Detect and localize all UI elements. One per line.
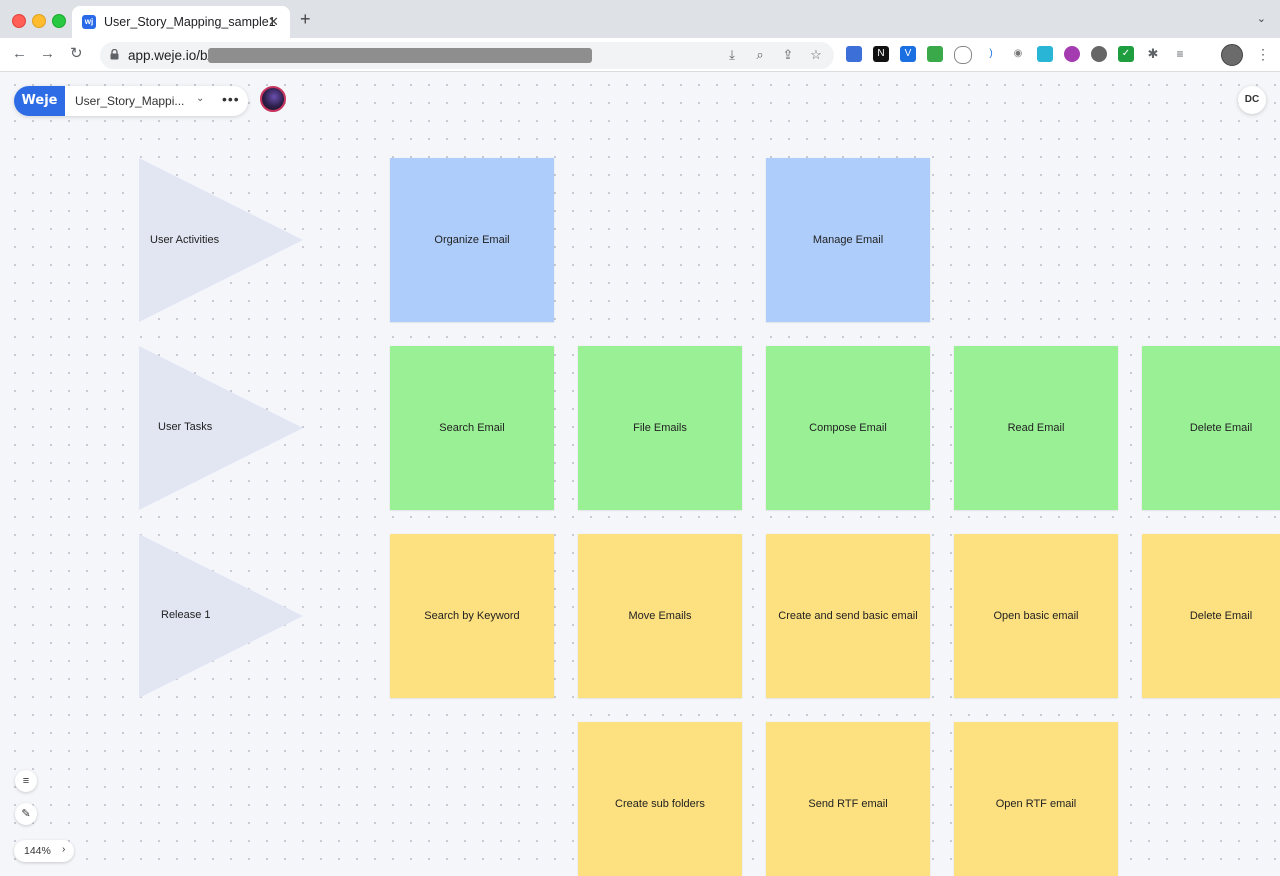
chevron-down-icon[interactable]: ⌄ (196, 93, 204, 104)
note-text: Read Email (1007, 422, 1065, 434)
row-label-user-activities: User Activities (150, 234, 220, 246)
tab-close-icon[interactable]: ✕ (268, 14, 279, 30)
maximize-window-button[interactable] (52, 14, 66, 28)
pencil-icon[interactable]: ✎ (15, 803, 37, 825)
note-text: Open RTF email (995, 797, 1077, 810)
browser-tab-bar: wj User_Story_Mapping_sample1 ✕ + ⌄ (0, 0, 1280, 38)
address-bar[interactable]: app.weje.io/b/ ⤓ ⌕ ⇪ ☆ (100, 42, 834, 69)
collaborator-avatar[interactable] (260, 86, 286, 112)
sticky-note-release[interactable]: Create and send basic email (766, 534, 930, 698)
board-canvas[interactable]: Weje User_Story_Mappi... ⌄ ••• DC User A… (0, 72, 1280, 876)
board-header: Weje User_Story_Mappi... ⌄ ••• (14, 86, 248, 116)
browser-toolbar: ← → ↻ app.weje.io/b/ ⤓ ⌕ ⇪ ☆ N V ) ◉ ✓ ✱… (0, 38, 1280, 72)
minimize-window-button[interactable] (32, 14, 46, 28)
tab-search-chevron-icon[interactable]: ⌄ (1257, 12, 1266, 25)
note-text: Create and send basic email (778, 610, 918, 622)
weje-favicon-icon: wj (82, 15, 96, 29)
sticky-note-activity[interactable]: Organize Email (390, 158, 554, 322)
extension-1-icon[interactable] (846, 46, 862, 62)
note-text: Delete Email (1189, 422, 1253, 434)
row-label-release-1: Release 1 (161, 609, 211, 621)
close-window-button[interactable] (12, 14, 26, 28)
note-text: Create sub folders (615, 797, 705, 810)
camera-icon[interactable]: ◉ (1010, 46, 1026, 62)
sticky-note-release[interactable]: Move Emails (578, 534, 742, 698)
puzzle-extensions-icon[interactable]: ✱ (1145, 46, 1161, 62)
note-text: Delete Email (1189, 610, 1253, 622)
sticky-note-task[interactable]: Search Email (390, 346, 554, 510)
sticky-note-task[interactable]: Read Email (954, 346, 1118, 510)
lock-icon (110, 49, 119, 60)
sticky-note-release[interactable]: Open basic email (954, 534, 1118, 698)
note-text: File Emails (633, 422, 687, 434)
note-text: Compose Email (809, 422, 887, 434)
sticky-note-release[interactable]: Search by Keyword (390, 534, 554, 698)
wireless-icon[interactable]: ) (983, 46, 999, 62)
extension-green-icon[interactable] (927, 46, 943, 62)
note-text: Manage Email (812, 234, 884, 246)
chevron-right-icon[interactable]: › (62, 844, 65, 855)
profile-avatar[interactable] (1221, 44, 1243, 66)
share-icon[interactable]: ⇪ (780, 47, 796, 63)
redacted-url-path (208, 48, 592, 63)
extension-gray-icon[interactable] (1091, 46, 1107, 62)
cloud-icon[interactable] (954, 46, 972, 64)
sticky-note-task[interactable]: Delete Email (1142, 346, 1280, 510)
url-text: app.weje.io/b/ (128, 48, 212, 63)
extension-pen-icon[interactable] (1037, 46, 1053, 62)
tab-title: User_Story_Mapping_sample1 (104, 15, 276, 29)
zoom-icon[interactable]: ⌕ (752, 47, 768, 63)
sticky-note-task[interactable]: File Emails (578, 346, 742, 510)
sticky-note-activity[interactable]: Manage Email (766, 158, 930, 322)
notes-list-icon[interactable]: ≡ (15, 770, 37, 792)
sticky-note-release[interactable]: Delete Email (1142, 534, 1280, 698)
back-arrow-icon[interactable]: ← (12, 45, 27, 63)
checkbox-extension-icon[interactable]: ✓ (1118, 46, 1134, 62)
bookmark-star-icon[interactable]: ☆ (808, 47, 824, 63)
omnibox-actions: ⤓ ⌕ ⇪ ☆ (724, 47, 824, 63)
browser-menu-icon[interactable]: ⋮ (1256, 45, 1270, 63)
reload-icon[interactable]: ↻ (70, 45, 83, 63)
row-label-user-tasks: User Tasks (158, 421, 213, 433)
note-text: Open basic email (993, 610, 1079, 622)
note-text: Send RTF email (808, 797, 888, 810)
notion-icon[interactable]: N (873, 46, 889, 62)
browser-tab[interactable]: wj User_Story_Mapping_sample1 ✕ (72, 6, 290, 38)
board-name[interactable]: User_Story_Mappi... (75, 94, 184, 108)
forward-arrow-icon[interactable]: → (40, 45, 55, 63)
sticky-note-task[interactable]: Compose Email (766, 346, 930, 510)
sticky-note-release[interactable]: Send RTF email (766, 722, 930, 876)
sticky-note-release[interactable]: Create sub folders (578, 722, 742, 876)
zoom-control[interactable]: 144% › (14, 840, 74, 862)
note-text: Search by Keyword (424, 610, 520, 622)
new-tab-button[interactable]: + (300, 10, 311, 28)
zoom-level: 144% (24, 845, 51, 857)
reading-list-icon[interactable]: ≡ (1172, 46, 1188, 62)
note-text: Move Emails (628, 610, 692, 622)
user-initials-badge[interactable]: DC (1238, 86, 1266, 114)
extension-v-icon[interactable]: V (900, 46, 916, 62)
weje-logo[interactable]: Weje (14, 86, 65, 116)
note-text: Organize Email (434, 234, 510, 246)
more-options-icon[interactable]: ••• (222, 91, 240, 107)
extensions-bar: N V ) ◉ ✓ ✱ ≡ (846, 46, 1188, 64)
note-text: Search Email (439, 422, 505, 434)
install-app-icon[interactable]: ⤓ (724, 47, 740, 63)
sticky-note-release[interactable]: Open RTF email (954, 722, 1118, 876)
extension-purple-icon[interactable] (1064, 46, 1080, 62)
